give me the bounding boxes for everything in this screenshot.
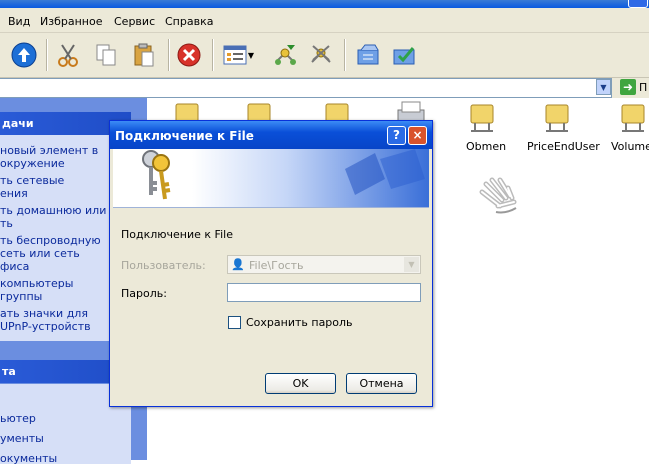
copy-icon (96, 44, 116, 66)
other-link-my-documents[interactable]: ументы (0, 432, 130, 445)
dialog-title-bar[interactable]: Подключение к File ? × (110, 121, 432, 149)
cut-button[interactable] (52, 39, 84, 71)
menu-view[interactable]: Вид (8, 15, 30, 28)
toolbar-separator (212, 39, 213, 71)
sync-icon (357, 44, 379, 65)
delete-icon (177, 43, 201, 67)
other-link-my-computer[interactable]: ьютер (0, 412, 130, 425)
disconnect-drive-icon (311, 45, 331, 63)
banner-divider (113, 207, 429, 208)
dialog-help-button[interactable]: ? (387, 126, 406, 145)
views-button[interactable]: ▼ (218, 39, 258, 71)
chevron-down-icon[interactable]: ▼ (404, 257, 419, 272)
disconnect-network-drive-button[interactable] (306, 39, 338, 71)
network-folder-icon[interactable] (463, 101, 503, 141)
address-dropdown-button[interactable]: ▼ (596, 79, 611, 95)
delete-button[interactable] (173, 39, 205, 71)
toolbar: ▼ (0, 33, 649, 78)
save-password-checkbox[interactable] (228, 316, 241, 329)
chevron-down-icon: ▼ (600, 82, 607, 92)
save-password-label[interactable]: Сохранить пароль (246, 316, 353, 329)
toolbar-separator (344, 39, 345, 71)
dialog-banner (113, 149, 429, 207)
other-link-shared-documents[interactable]: окументы (0, 452, 130, 465)
go-label: П (639, 80, 648, 94)
up-arrow-icon (11, 42, 37, 68)
skeleton-hand-cursor-icon (479, 177, 517, 214)
paste-icon (134, 43, 154, 67)
map-network-drive-button[interactable] (270, 39, 302, 71)
menu-favorites[interactable]: Избранное (40, 15, 102, 28)
banner-watermark-icon (345, 149, 425, 195)
network-folder-icon[interactable] (538, 101, 578, 141)
views-icon (223, 45, 247, 65)
keys-icon (142, 150, 171, 200)
user-label: Пользователь: (121, 259, 206, 272)
dialog-subtitle: Подключение к File (121, 228, 233, 241)
connect-dialog: Подключение к File ? × Подключение к Fil… (109, 120, 433, 407)
menu-tools[interactable]: Сервис (114, 15, 155, 28)
dialog-title: Подключение к File (115, 129, 254, 143)
menu-bar: Вид Избранное Сервис Справка (0, 8, 649, 33)
map-drive-icon (275, 45, 296, 65)
password-label: Пароль: (121, 287, 167, 300)
go-button[interactable]: ➜ П (620, 78, 649, 96)
cancel-button[interactable]: Отмена (346, 373, 417, 394)
sync-button[interactable] (352, 39, 384, 71)
window-title-strip (0, 0, 649, 8)
chevron-down-icon: ▼ (247, 50, 255, 60)
copy-button[interactable] (90, 39, 122, 71)
password-input[interactable] (227, 283, 421, 302)
address-bar: ▼ ➜ П (0, 78, 649, 98)
go-arrow-icon: ➜ (620, 79, 636, 95)
tasks-panel-title: дачи (2, 117, 34, 130)
ok-button[interactable]: OK (265, 373, 336, 394)
file-item-label[interactable]: Volume_ (611, 140, 649, 153)
user-value: File\Гость (249, 259, 304, 272)
address-input[interactable] (0, 78, 612, 98)
network-folder-icon[interactable] (614, 101, 649, 141)
synchronize-check-button[interactable] (388, 39, 420, 71)
file-item-label[interactable]: Obmen (466, 140, 506, 153)
other-places-title: та (2, 365, 16, 378)
toolbar-separator (168, 39, 169, 71)
check-folder-icon (393, 47, 415, 65)
up-folder-button[interactable] (8, 39, 40, 71)
dialog-close-button[interactable]: × (408, 126, 427, 145)
scissors-icon (58, 44, 78, 67)
user-avatar-icon: 👤 (231, 258, 245, 271)
window-close-button[interactable] (628, 0, 648, 8)
menu-help[interactable]: Справка (165, 15, 213, 28)
toolbar-separator (46, 39, 47, 71)
user-combobox[interactable]: 👤 File\Гость ▼ (227, 255, 421, 274)
paste-button[interactable] (128, 39, 160, 71)
file-item-label[interactable]: PriceEndUser (527, 140, 600, 153)
